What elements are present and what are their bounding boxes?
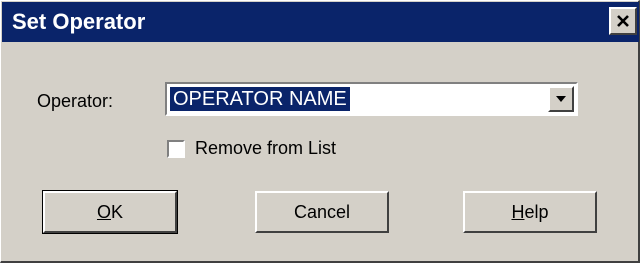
close-icon <box>617 15 629 27</box>
remove-from-list-label[interactable]: Remove from List <box>195 138 336 159</box>
close-button[interactable] <box>609 7 637 35</box>
title-bar[interactable]: Set Operator <box>2 2 639 42</box>
operator-label: Operator: <box>37 91 114 111</box>
cancel-button[interactable]: Cancel <box>255 191 389 233</box>
help-button[interactable]: Help <box>463 191 597 233</box>
dialog-title: Set Operator <box>12 9 146 34</box>
cancel-label: Cancel <box>293 202 351 222</box>
remove-from-list-checkbox[interactable] <box>167 140 185 158</box>
dropdown-button[interactable] <box>548 86 574 112</box>
help-label-rest: elp <box>524 202 549 222</box>
ok-label-rest: K <box>111 202 124 222</box>
help-mnemonic: H <box>511 202 525 222</box>
chevron-down-icon <box>556 96 566 102</box>
operator-combobox[interactable]: OPERATOR NAME <box>165 82 578 116</box>
ok-mnemonic: O <box>96 202 111 222</box>
set-operator-dialog: Set Operator Operator: OPERATOR NAME Rem… <box>0 0 640 263</box>
operator-value[interactable]: OPERATOR NAME <box>170 87 350 111</box>
ok-button[interactable]: OK <box>42 190 178 234</box>
